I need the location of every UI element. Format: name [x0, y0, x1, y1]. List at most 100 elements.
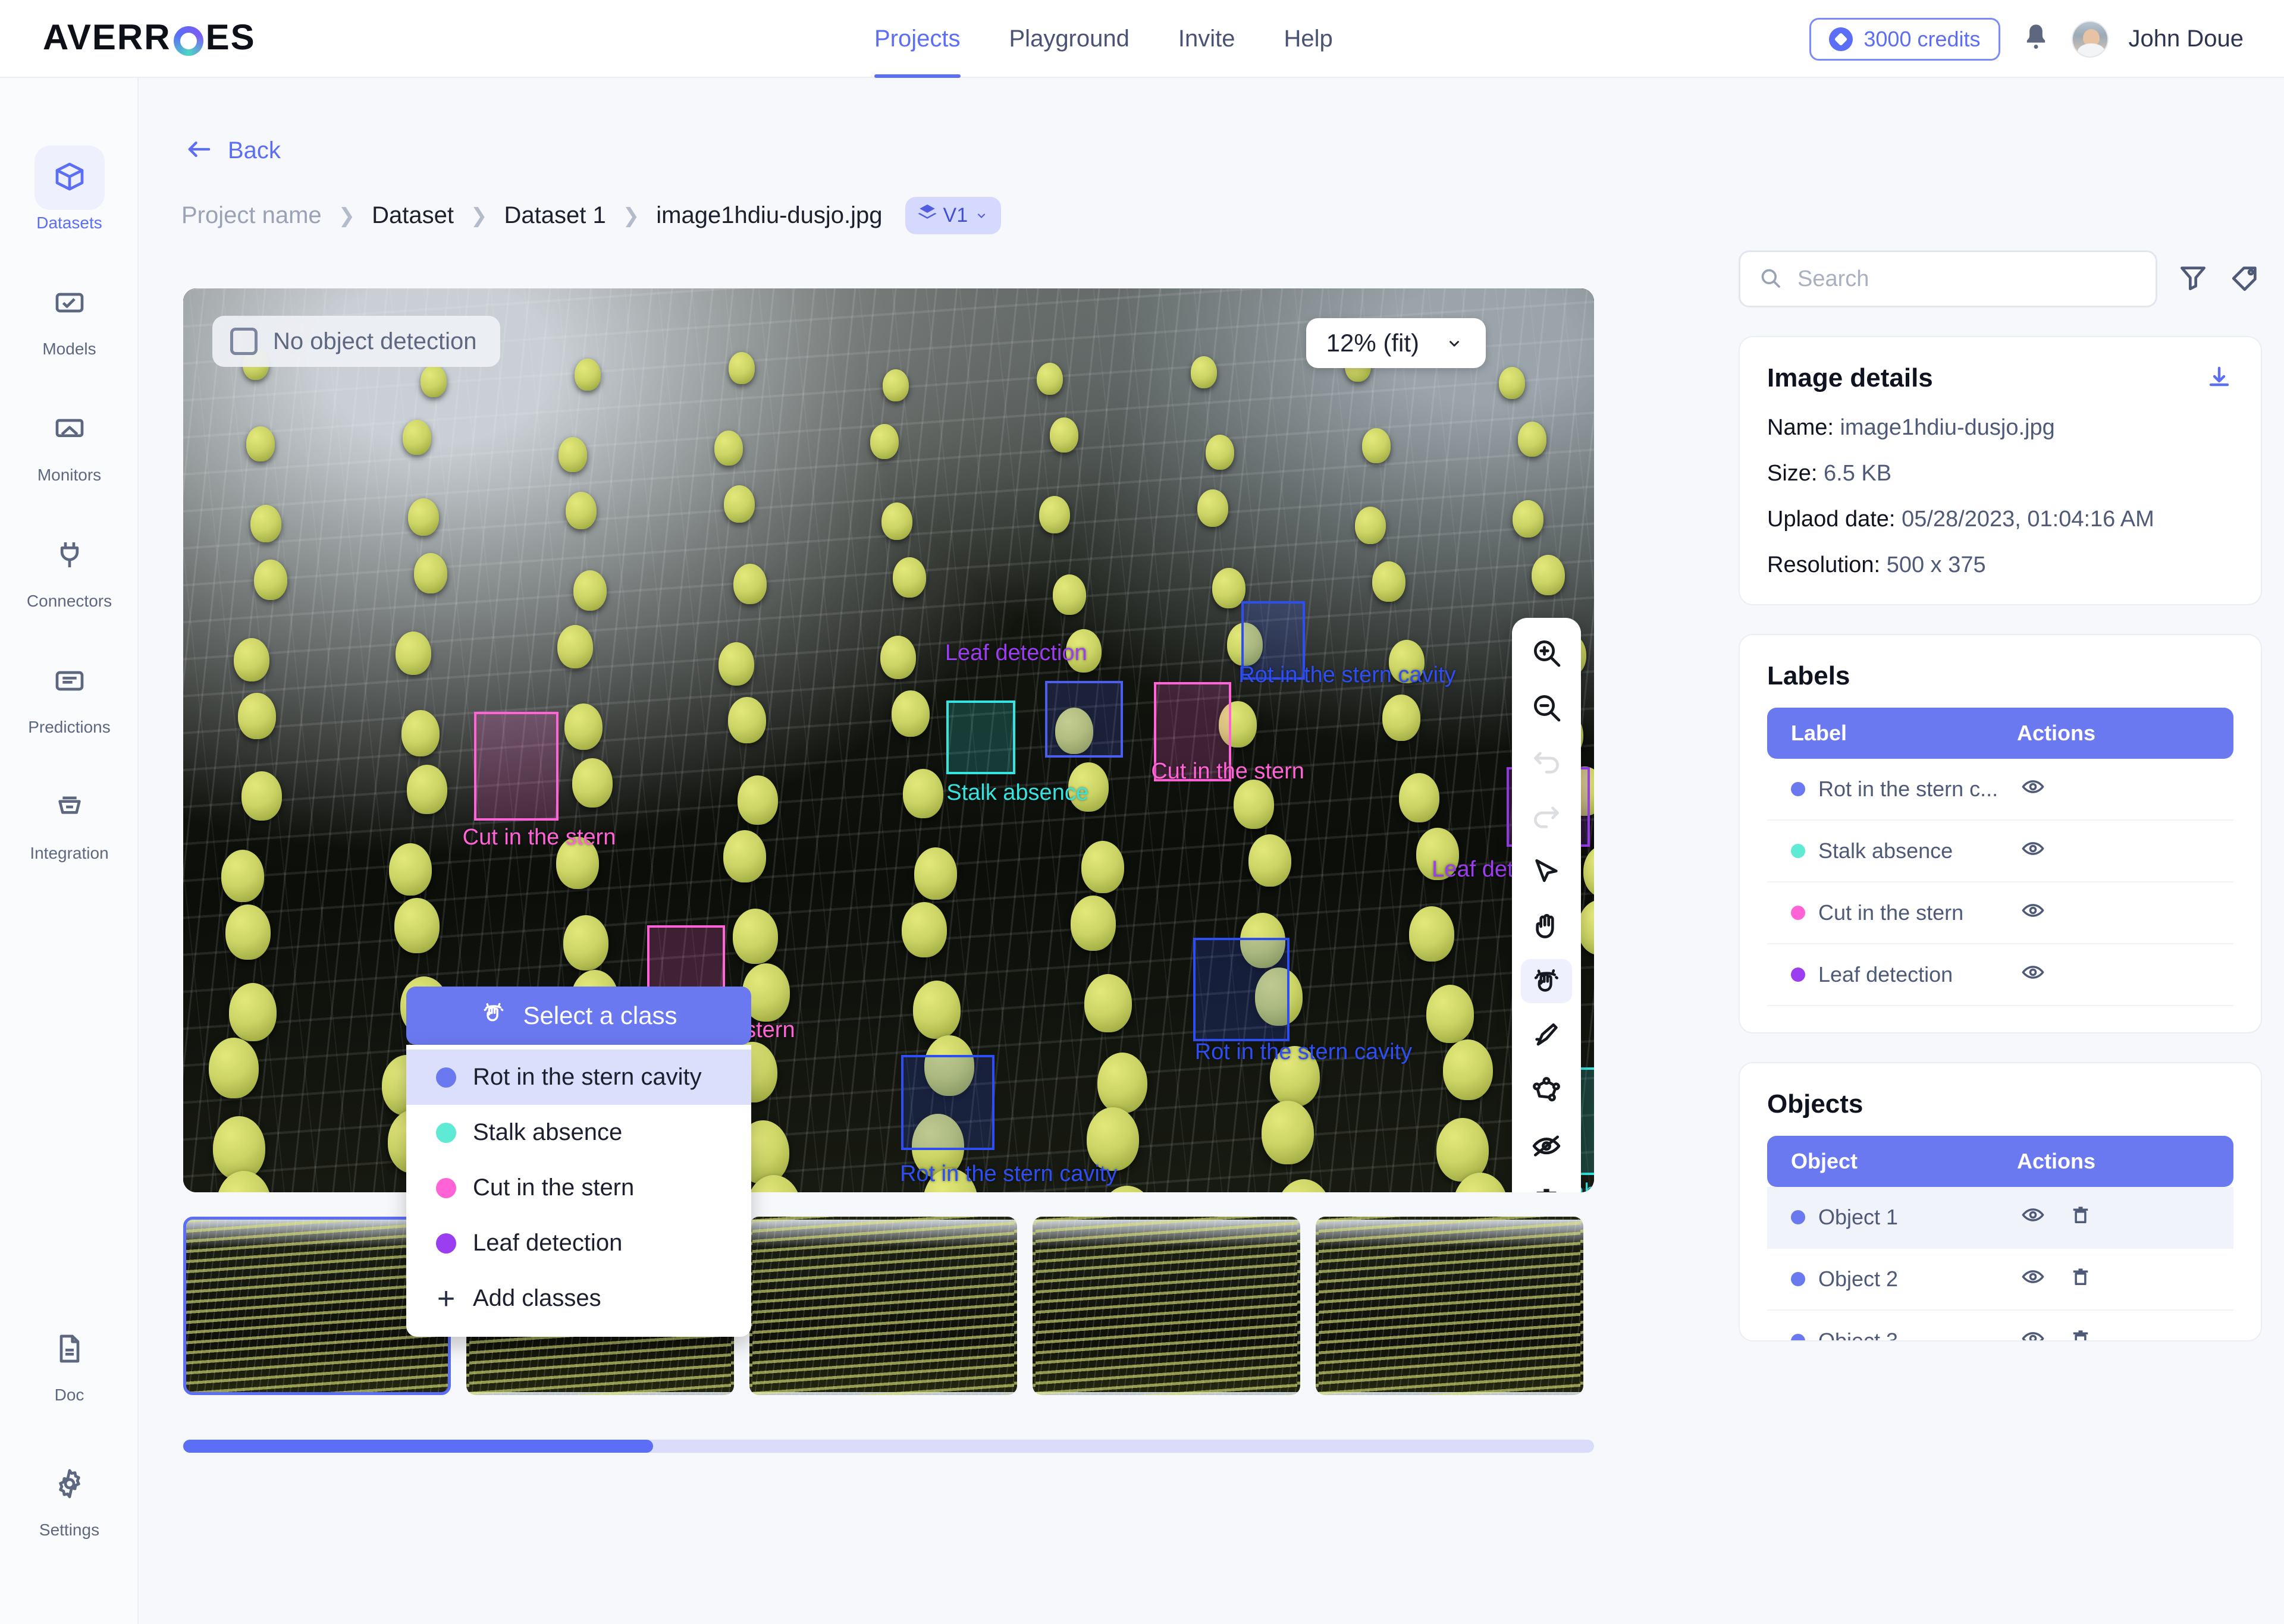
annotation-box[interactable] [1193, 938, 1289, 1041]
nav-projects[interactable]: Projects [874, 0, 961, 78]
zoom-out-icon[interactable] [1521, 686, 1572, 730]
filter-icon[interactable] [2176, 261, 2210, 297]
table-row[interactable]: Leaf detection [1767, 944, 2233, 1006]
version-selector[interactable]: V1 [905, 197, 1002, 234]
avatar[interactable] [2072, 21, 2109, 58]
sidebar-item-settings[interactable]: Settings [0, 1444, 139, 1547]
eye-icon[interactable] [2021, 1264, 2045, 1295]
search-input[interactable] [1797, 266, 2138, 292]
class-color-dot [436, 1233, 456, 1254]
class-color-dot [436, 1067, 456, 1088]
detail-resolution-value: 500 x 375 [1887, 552, 1986, 577]
add-classes-button[interactable]: + Add classes [406, 1271, 751, 1326]
table-row[interactable]: Object 1 [1767, 1187, 2233, 1249]
eye-icon[interactable] [2021, 898, 2045, 928]
breadcrumb-dataset[interactable]: Dataset [372, 202, 454, 229]
trash-icon[interactable] [2068, 1326, 2093, 1342]
search-box[interactable] [1739, 250, 2157, 307]
thumbnail-scrollbar[interactable] [183, 1440, 1594, 1453]
annotation-box[interactable] [946, 701, 1015, 774]
download-icon[interactable] [2205, 363, 2233, 395]
trash-icon[interactable] [2068, 1264, 2093, 1295]
trash-icon[interactable] [2068, 1202, 2093, 1233]
table-row[interactable]: Rot in the stern c... [1767, 759, 2233, 821]
labels-card: Labels Label Actions Rot in the stern c.… [1739, 634, 2262, 1034]
annotation-box[interactable] [474, 712, 559, 821]
annotation-label: Stalk absence [946, 780, 1088, 806]
scrollbar-thumb[interactable] [183, 1440, 653, 1453]
eye-icon[interactable] [2021, 1202, 2045, 1233]
class-option-rot[interactable]: Rot in the stern cavity [406, 1050, 751, 1105]
breadcrumb-sep: ❯ [623, 204, 640, 228]
nav-playground[interactable]: Playground [1009, 0, 1130, 78]
redo-icon[interactable] [1521, 795, 1572, 839]
thumbnail-item[interactable] [1316, 1217, 1583, 1395]
credits-button[interactable]: 3000 credits [1809, 18, 2000, 61]
sidebar-item-predictions[interactable]: Predictions [0, 642, 139, 744]
add-classes-label: Add classes [473, 1285, 601, 1312]
detail-size-key: Size: [1767, 461, 1817, 486]
sidebar-label-models: Models [42, 340, 96, 359]
nav-help[interactable]: Help [1284, 0, 1332, 78]
eye-icon[interactable] [2021, 1326, 2045, 1342]
breadcrumb-dataset1[interactable]: Dataset 1 [504, 202, 606, 229]
sidebar-item-connectors[interactable]: Connectors [0, 516, 139, 618]
magic-select-icon[interactable] [1521, 959, 1572, 1003]
annotation-box[interactable] [1045, 681, 1122, 758]
sidebar-item-models[interactable]: Models [0, 263, 139, 366]
bell-icon[interactable] [2021, 21, 2051, 57]
zoom-level-selector[interactable]: 12% (fit) [1306, 318, 1486, 368]
class-color-dot [436, 1178, 456, 1198]
annotation-box[interactable] [901, 1055, 994, 1150]
document-icon [53, 1332, 86, 1368]
tag-icon[interactable] [2229, 261, 2262, 297]
class-color-dot [436, 1123, 456, 1143]
class-option-label: Leaf detection [473, 1230, 622, 1257]
table-row[interactable]: Object 2 [1767, 1249, 2233, 1311]
eye-icon[interactable] [2021, 960, 2045, 990]
select-a-class-button[interactable]: Select a class [406, 987, 751, 1045]
class-option-stalk[interactable]: Stalk absence [406, 1105, 751, 1160]
image-canvas[interactable]: Cut in the sternLeaf detectionStalk abse… [183, 288, 1594, 1192]
pan-hand-icon[interactable] [1521, 904, 1572, 948]
object-color-dot [1791, 1272, 1805, 1286]
table-row[interactable]: Object 3 [1767, 1311, 2233, 1342]
polygon-icon[interactable] [1521, 1069, 1572, 1113]
object-name: Object 1 [1818, 1205, 1898, 1230]
brush-icon[interactable] [1521, 1014, 1572, 1058]
sidebar-item-integration[interactable]: Integration [0, 768, 139, 870]
box-icon [53, 160, 86, 196]
sidebar-item-doc[interactable]: Doc [0, 1309, 139, 1412]
labels-col-label: Label [1767, 721, 2017, 746]
breadcrumb-file[interactable]: image1hdiu-dusjo.jpg [656, 202, 882, 229]
sidebar-item-monitors[interactable]: Monitors [0, 389, 139, 492]
hide-eye-icon[interactable] [1521, 1123, 1572, 1167]
breadcrumb-project[interactable]: Project name [181, 202, 322, 229]
right-panel: Image details Name: image1hdiu-dusjo.jpg… [1739, 250, 2262, 1342]
check-box-icon [53, 286, 86, 322]
objects-table-header: Object Actions [1767, 1136, 2233, 1187]
chevron-down-icon [1443, 329, 1466, 357]
cursor-select-icon[interactable] [1521, 850, 1572, 894]
class-option-cut[interactable]: Cut in the stern [406, 1160, 751, 1215]
no-object-detection-checkbox[interactable]: No object detection [212, 316, 500, 367]
object-name: Object 3 [1818, 1328, 1898, 1342]
thumbnail-item[interactable] [1033, 1217, 1300, 1395]
label-color-dot [1791, 906, 1805, 920]
nav-invite[interactable]: Invite [1178, 0, 1235, 78]
sidebar-label-doc: Doc [55, 1386, 84, 1405]
table-row[interactable]: Cut in the stern [1767, 882, 2233, 944]
eye-icon[interactable] [2021, 774, 2045, 805]
brand-logo[interactable]: AVERR ES [43, 17, 256, 58]
zoom-in-icon[interactable] [1521, 631, 1572, 675]
table-row[interactable]: Stalk absence [1767, 821, 2233, 882]
back-button[interactable]: Back [186, 137, 281, 164]
undo-icon[interactable] [1521, 740, 1572, 784]
sidebar-item-datasets[interactable]: Datasets [0, 137, 139, 240]
trash-icon[interactable] [1521, 1178, 1572, 1192]
class-option-label: Stalk absence [473, 1119, 622, 1146]
thumbnail-item[interactable] [749, 1217, 1017, 1395]
class-option-leaf[interactable]: Leaf detection [406, 1215, 751, 1271]
eye-icon[interactable] [2021, 836, 2045, 866]
monitor-icon [53, 412, 86, 448]
